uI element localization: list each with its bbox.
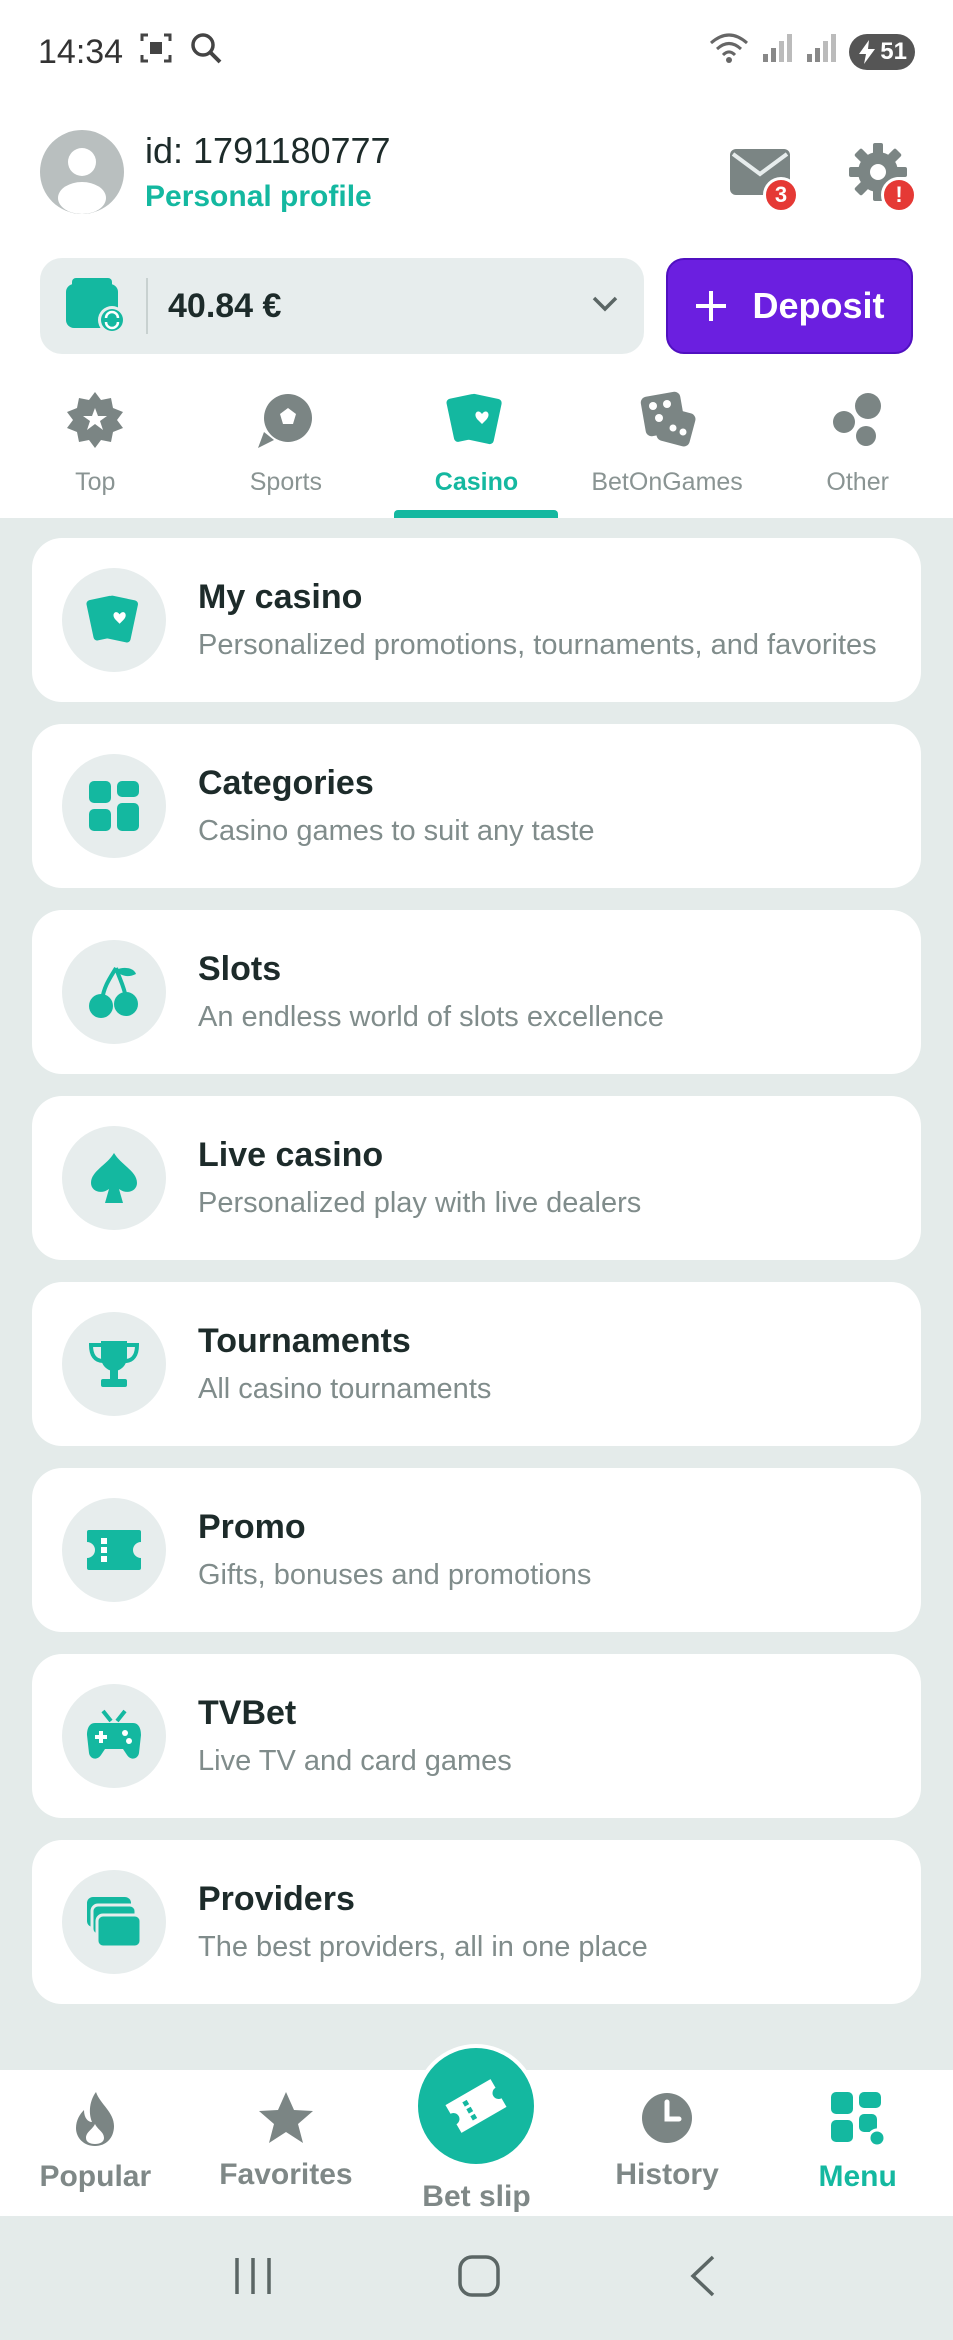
- recent-apps-button[interactable]: [231, 2254, 275, 2303]
- menu-grid-icon: [830, 2092, 887, 2148]
- nav-popular[interactable]: Popular: [0, 2070, 191, 2216]
- recent-apps-icon: [234, 2257, 271, 2294]
- home-icon: [457, 2254, 500, 2297]
- user-id: id: 1791180777: [145, 130, 391, 171]
- bottom-nav: Popular Favorites Bet slip History Menu: [0, 2044, 953, 2216]
- messages-button[interactable]: 3: [725, 137, 799, 213]
- battery-level: 51: [880, 38, 907, 65]
- menu-item-subtitle: All casino tournaments: [198, 1372, 492, 1405]
- stack-icon: [87, 1897, 143, 1949]
- tab-sports[interactable]: Sports: [191, 378, 382, 518]
- signal-icon: [761, 32, 793, 73]
- ticket-icon: [445, 2079, 508, 2133]
- menu-item-tournaments[interactable]: Tournaments All casino tournaments: [32, 1282, 921, 1446]
- casino-menu-list: My casino Personalized promotions, tourn…: [0, 518, 953, 2070]
- menu-item-subtitle: Live TV and card games: [198, 1744, 512, 1777]
- menu-item-tvbet[interactable]: TVBet Live TV and card games: [32, 1654, 921, 1818]
- menu-item-subtitle: Casino games to suit any taste: [198, 814, 595, 847]
- avatar[interactable]: [40, 130, 124, 214]
- grid-icon: [89, 781, 139, 831]
- dice-icon: [640, 391, 696, 447]
- trophy-icon: [88, 1341, 140, 1387]
- settings-button[interactable]: !: [843, 137, 917, 213]
- menu-item-promo[interactable]: Promo Gifts, bonuses and promotions: [32, 1468, 921, 1632]
- flame-icon: [76, 2092, 115, 2146]
- balance-row: 40.84 € Deposit: [40, 258, 913, 354]
- back-icon: [689, 2255, 714, 2296]
- tab-casino[interactable]: Casino: [381, 378, 572, 518]
- tab-other[interactable]: Other: [762, 378, 953, 518]
- nav-bet-slip[interactable]: Bet slip: [381, 2044, 572, 2216]
- screenshot-icon: [139, 31, 173, 74]
- menu-item-slots[interactable]: Slots An endless world of slots excellen…: [32, 910, 921, 1074]
- wallet-icon: [66, 278, 126, 334]
- profile-info: id: 1791180777 Personal profile: [145, 130, 391, 214]
- top-tabs: Top Sports Casino BetOnGames Other: [0, 378, 953, 518]
- menu-item-title: TVBet: [198, 1693, 297, 1732]
- menu-item-subtitle: Personalized play with live dealers: [198, 1186, 642, 1219]
- soccer-ball-icon: [257, 394, 312, 448]
- battery-indicator: 51: [849, 34, 915, 70]
- menu-item-subtitle: Gifts, bonuses and promotions: [198, 1558, 592, 1591]
- menu-item-providers[interactable]: Providers The best providers, all in one…: [32, 1840, 921, 2004]
- spade-icon: [91, 1153, 137, 1203]
- signal-icon-2: [805, 32, 837, 73]
- menu-item-title: Slots: [198, 949, 282, 988]
- tab-betongames[interactable]: BetOnGames: [572, 378, 763, 518]
- menu-item-title: Categories: [198, 763, 374, 802]
- home-button[interactable]: [456, 2253, 502, 2304]
- status-bar: 14:34 51: [0, 0, 953, 104]
- menu-item-title: Promo: [198, 1507, 306, 1546]
- mail-badge: 3: [763, 177, 799, 213]
- cards-icon: [446, 393, 503, 445]
- menu-item-subtitle: An endless world of slots excellence: [198, 1000, 664, 1033]
- badge-star-icon: [67, 392, 124, 448]
- status-time: 14:34: [38, 32, 124, 71]
- menu-item-my-casino[interactable]: My casino Personalized promotions, tourn…: [32, 538, 921, 702]
- deposit-button[interactable]: Deposit: [666, 258, 913, 354]
- clock-icon: [642, 2093, 693, 2143]
- cards-icon: [86, 595, 138, 643]
- menu-item-subtitle: Personalized promotions, tournaments, an…: [198, 628, 877, 661]
- menu-item-title: Tournaments: [198, 1321, 411, 1360]
- bubbles-icon: [832, 393, 881, 446]
- system-nav-bar: [0, 2216, 953, 2340]
- menu-item-live-casino[interactable]: Live casino Personalized play with live …: [32, 1096, 921, 1260]
- menu-item-categories[interactable]: Categories Casino games to suit any tast…: [32, 724, 921, 888]
- search-icon: [189, 31, 223, 74]
- menu-item-subtitle: The best providers, all in one place: [198, 1930, 648, 1963]
- balance-selector[interactable]: 40.84 €: [40, 258, 644, 354]
- menu-item-title: Providers: [198, 1879, 355, 1918]
- nav-favorites[interactable]: Favorites: [191, 2070, 382, 2216]
- active-tab-indicator: [394, 510, 559, 518]
- deposit-label: Deposit: [752, 285, 885, 326]
- balance-amount: 40.84 €: [168, 286, 282, 325]
- tab-top[interactable]: Top: [0, 378, 191, 518]
- nav-menu[interactable]: Menu: [762, 2070, 953, 2216]
- ticket-icon: [87, 1530, 141, 1570]
- nav-history[interactable]: History: [572, 2070, 763, 2216]
- cherry-icon: [89, 966, 138, 1018]
- settings-alert-badge: !: [881, 177, 917, 213]
- profile-header: id: 1791180777 Personal profile 3 !: [40, 122, 917, 222]
- plus-icon: [696, 291, 727, 321]
- menu-item-title: My casino: [198, 577, 363, 616]
- bet-slip-button[interactable]: [414, 2044, 539, 2168]
- menu-item-title: Live casino: [198, 1135, 384, 1174]
- personal-profile-link[interactable]: Personal profile: [145, 180, 391, 214]
- card-icon-wrap: [62, 568, 166, 672]
- chevron-down-icon: [590, 294, 620, 319]
- wifi-icon: [709, 31, 749, 74]
- star-icon: [258, 2092, 313, 2143]
- back-button[interactable]: [683, 2253, 723, 2304]
- tv-gamepad-icon: [87, 1709, 141, 1759]
